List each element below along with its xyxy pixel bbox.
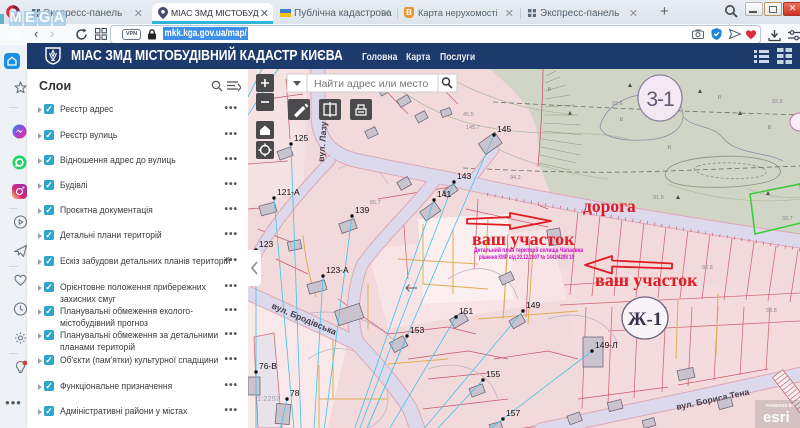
svg-text:151: 151 [459,306,473,316]
svg-text:POWERED BY: POWERED BY [766,403,795,408]
svg-text:92.8: 92.8 [772,99,783,105]
svg-text:II: II [620,117,623,123]
svg-text:рішення КМР від 20.12.2007 № 1: рішення КМР від 20.12.2007 № 1443/4298 1… [479,254,574,261]
svg-text:76-В: 76-В [259,361,277,371]
svg-text:3-1: 3-1 [646,88,674,111]
svg-text:93.8: 93.8 [766,308,777,314]
svg-text:91.9: 91.9 [653,195,664,201]
svg-text:92.6: 92.6 [612,101,623,107]
svg-text:1:2257: 1:2257 [257,394,280,403]
svg-text:45.5: 45.5 [463,112,474,118]
svg-text:123-А: 123-А [326,265,349,275]
svg-text:123: 123 [259,239,273,249]
svg-text:92.7: 92.7 [782,216,793,222]
svg-text:II: II [718,95,721,101]
svg-text:157: 157 [506,408,520,418]
svg-text:ваш участок: ваш участок [472,229,575,249]
svg-text:145: 145 [497,124,511,134]
svg-text:143: 143 [457,171,471,181]
svg-text:94.2: 94.2 [510,175,521,181]
svg-text:92.8: 92.8 [702,265,713,271]
svg-text:Найти адрес или место: Найти адрес или место [314,78,428,90]
svg-text:153: 153 [410,325,424,335]
svg-text:149-Л: 149-Л [595,340,618,350]
svg-text:II: II [768,125,771,131]
svg-text:esri: esri [763,409,790,426]
svg-text:125: 125 [294,133,308,143]
svg-text:141: 141 [437,189,451,199]
svg-text:121-А: 121-А [277,187,300,197]
svg-text:78: 78 [290,388,300,398]
svg-text:II: II [668,145,671,151]
svg-text:Детальний план території селищ: Детальний план території селища Чапаєвка [474,247,584,254]
svg-text:145.7: 145.7 [466,125,480,131]
svg-text:149: 149 [526,300,540,310]
svg-text:139: 139 [355,205,369,215]
svg-text:155: 155 [486,369,500,379]
svg-text:Ж-1: Ж-1 [628,309,663,330]
svg-text:85.7: 85.7 [370,200,381,206]
svg-text:дорога: дорога [583,196,636,216]
